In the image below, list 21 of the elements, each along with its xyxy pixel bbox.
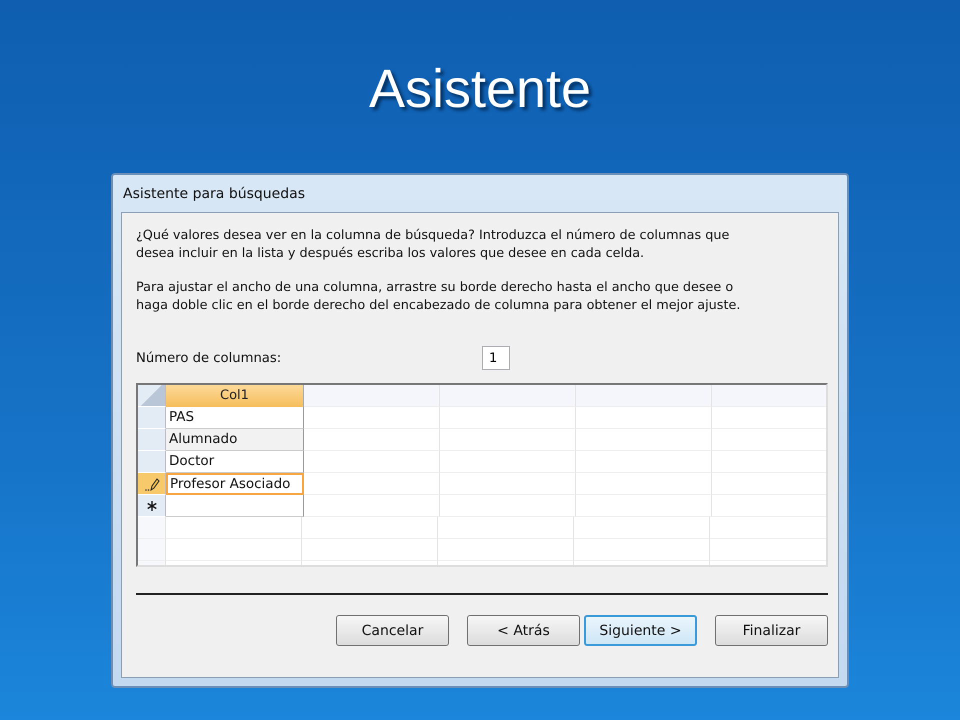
column-count-field[interactable]: 1 (482, 346, 510, 370)
pencil-icon (144, 476, 160, 492)
window-title: Asistente para búsquedas (122, 185, 306, 204)
column-header[interactable]: Col1 (166, 385, 304, 407)
column-count-label: Número de columnas: (136, 350, 282, 366)
row-selector[interactable] (138, 495, 166, 517)
slide-title: Asistente (368, 58, 592, 120)
row-selector[interactable] (138, 473, 166, 495)
table-cell[interactable]: PAS (166, 407, 304, 429)
instruction-text: ¿Qué valores desea ver en la columna de búsqueda? Introduzca el número de columnas que desea incluir en la lista y después escriba los valores que desee en cada celda. (136, 227, 730, 263)
table-cell[interactable]: Alumnado (166, 429, 304, 451)
table-cell[interactable]: Profesor Asociado (166, 473, 304, 495)
table-cell[interactable] (166, 495, 304, 517)
instruction-text: Para ajustar el ancho de una columna, arrastre su borde derecho hasta el ancho que desee o haga doble clic en el borde derecho del encabezado de columna para obtener el mejor ajuste. (136, 279, 742, 315)
select-all-corner[interactable] (138, 385, 166, 407)
new-record-icon (146, 500, 158, 512)
wizard-button[interactable]: Siguiente > (584, 615, 697, 646)
wizard-button[interactable]: Finalizar (715, 615, 828, 646)
table-cell[interactable]: Doctor (166, 451, 304, 473)
wizard-button[interactable]: < Atrás (467, 615, 580, 646)
wizard-button[interactable]: Cancelar (336, 615, 449, 646)
